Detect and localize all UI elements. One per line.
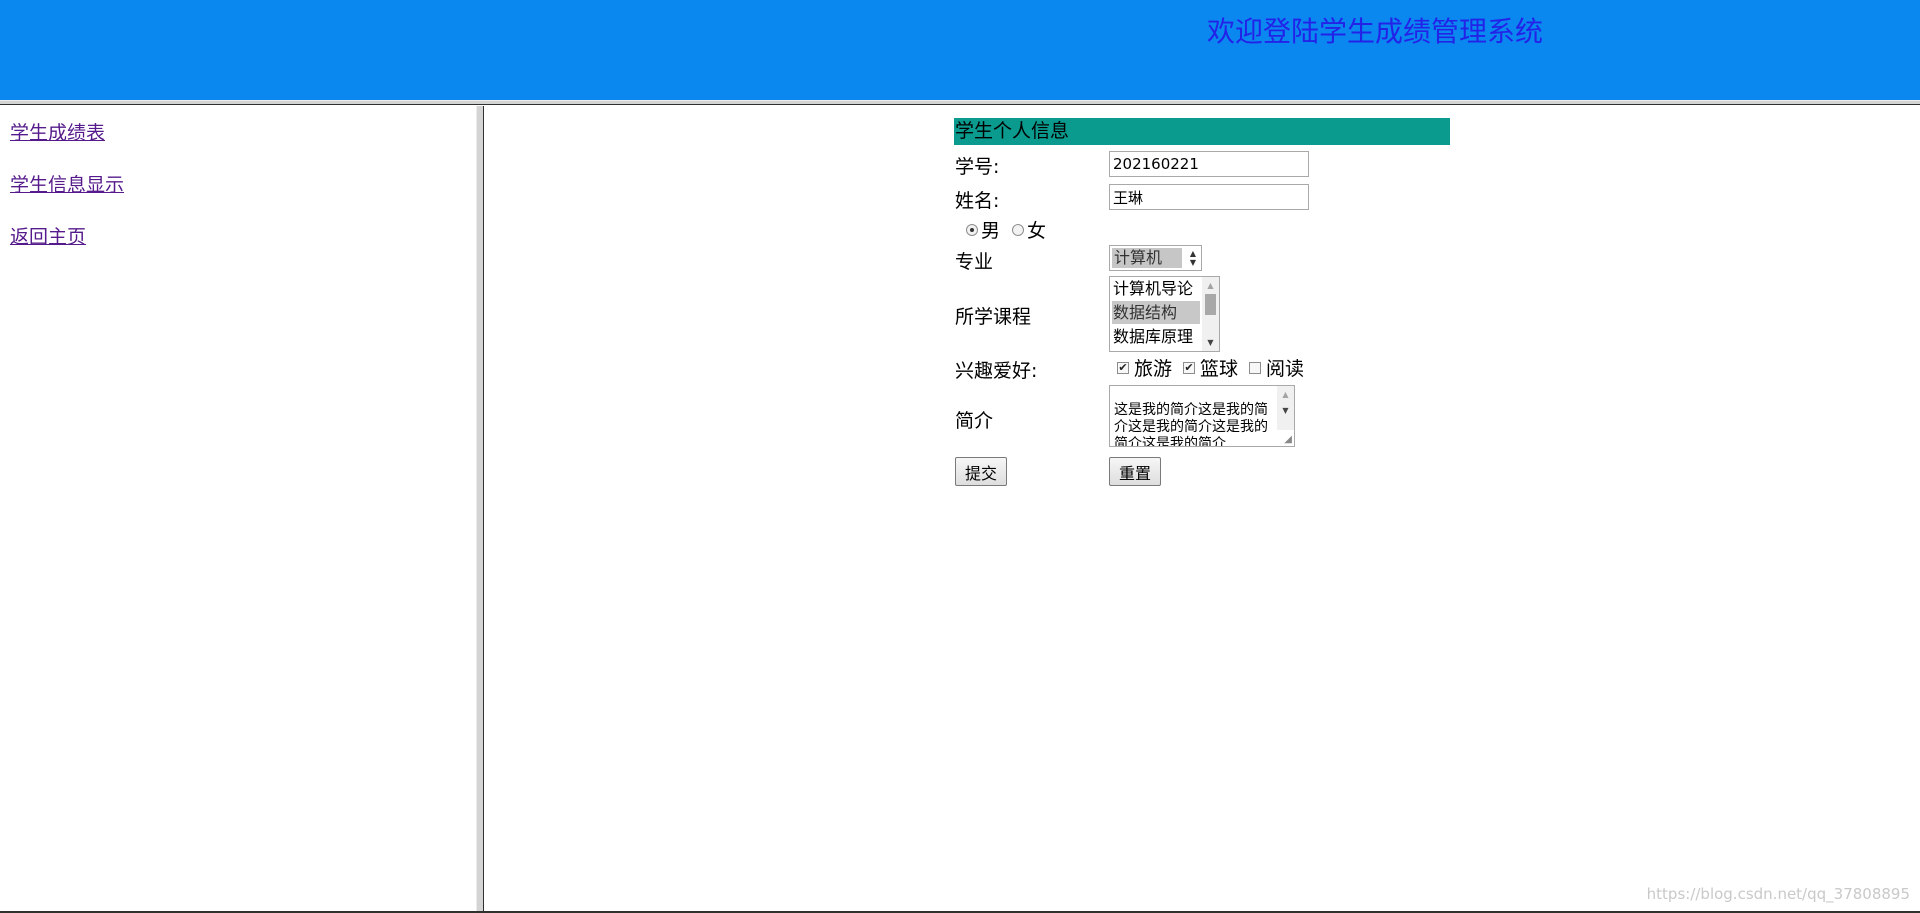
student-id-label: 学号:: [955, 156, 1000, 178]
scroll-up-icon[interactable]: ▲: [1277, 386, 1294, 403]
hobby-reading-label: 阅读: [1266, 358, 1305, 380]
sidebar-frame: 学生成绩表 学生信息显示 返回主页: [0, 106, 476, 913]
scroll-up-icon[interactable]: ▲: [1202, 277, 1219, 294]
gender-male-radio[interactable]: [966, 223, 978, 236]
hobby-reading-checkbox[interactable]: [1249, 361, 1262, 374]
major-label: 专业: [955, 251, 994, 273]
intro-textarea[interactable]: 这是我的简介这是我的简介这是我的简介这是我的简介这是我的简介 ▲ ▼ ◢: [1109, 385, 1295, 447]
frame-divider-vertical[interactable]: [476, 106, 484, 913]
hobby-basketball-label: 篮球: [1200, 358, 1239, 380]
sidebar-link-student-info[interactable]: 学生信息显示: [10, 170, 124, 197]
watermark: https://blog.csdn.net/qq_37808895: [1646, 885, 1910, 903]
spin-arrows-icon: ▲ ▼: [1189, 249, 1197, 267]
sidebar-link-score-table[interactable]: 学生成绩表: [10, 118, 105, 145]
hobby-travel-checkbox[interactable]: ✔: [1117, 361, 1129, 374]
sidebar-link-home[interactable]: 返回主页: [10, 222, 86, 249]
gender-female-radio[interactable]: [1012, 223, 1025, 236]
intro-label: 简介: [955, 410, 994, 432]
page-title: 欢迎登陆学生成绩管理系统: [1207, 15, 1544, 48]
intro-text: 这是我的简介这是我的简介这是我的简介这是我的简介这是我的简介: [1114, 402, 1268, 447]
hobbies-label: 兴趣爱好:: [955, 360, 1038, 382]
major-select[interactable]: 计算机 ▲ ▼: [1109, 245, 1202, 271]
submit-button[interactable]: 提交: [955, 457, 1008, 486]
name-label: 姓名:: [955, 190, 1000, 212]
header-frame: 欢迎登陆学生成绩管理系统: [0, 0, 1920, 100]
courses-listbox[interactable]: 计算机导论 数据结构 数据库原理 ▲ ▼: [1109, 276, 1220, 352]
courses-scrollbar[interactable]: ▲ ▼: [1202, 277, 1219, 351]
courses-label: 所学课程: [955, 306, 1032, 328]
course-option[interactable]: 数据库原理: [1112, 325, 1200, 348]
gender-male-label: 男: [981, 220, 1001, 242]
main-frame: 学生个人信息 学号: 姓名: 男 女 专业 计算机 ▲▼ 所学课程 计算机导论 …: [485, 106, 1920, 911]
scroll-thumb[interactable]: [1205, 294, 1216, 315]
hobby-basketball-checkbox[interactable]: ✔: [1183, 361, 1196, 374]
student-id-input[interactable]: [1109, 151, 1309, 177]
form-title: 学生个人信息: [954, 118, 1450, 145]
major-select-value: 计算机: [1112, 248, 1182, 268]
course-option[interactable]: 计算机导论: [1112, 277, 1200, 300]
frame-divider-horizontal[interactable]: [0, 100, 1920, 105]
hobby-travel-label: 旅游: [1134, 358, 1173, 380]
gender-radio-group: 男 女: [962, 216, 1054, 243]
scroll-down-icon[interactable]: ▼: [1277, 402, 1294, 419]
gender-female-label: 女: [1027, 220, 1047, 242]
course-option-selected[interactable]: 数据结构: [1112, 301, 1200, 324]
name-input[interactable]: [1109, 184, 1309, 210]
intro-scrollbar[interactable]: ▲ ▼: [1277, 386, 1294, 430]
resize-grip-icon[interactable]: ◢: [1284, 434, 1292, 445]
reset-button[interactable]: 重置: [1109, 457, 1162, 486]
scroll-down-icon[interactable]: ▼: [1202, 334, 1219, 351]
hobbies-checkbox-group: ✔ 旅游 ✔ 篮球 阅读: [1115, 354, 1313, 381]
